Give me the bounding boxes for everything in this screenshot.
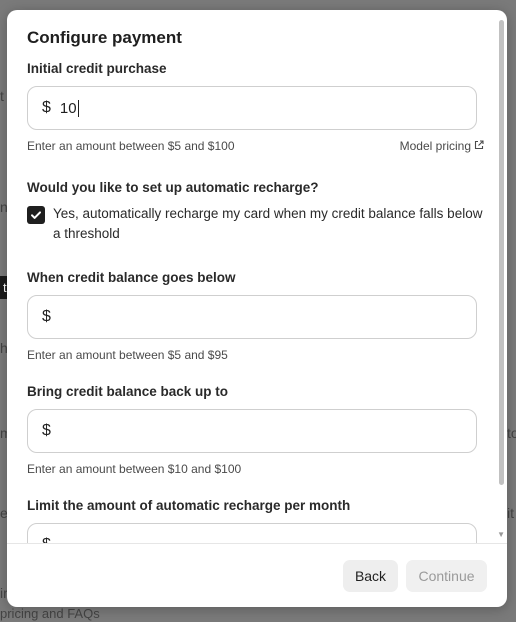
bg-text-fragment: pricing and FAQs xyxy=(0,606,100,621)
auto-recharge-checkbox-label: Yes, automatically recharge my card when… xyxy=(53,206,483,241)
back-up-label: Bring credit balance back up to xyxy=(27,384,229,399)
auto-recharge-option[interactable]: Yes, automatically recharge my card when… xyxy=(27,204,484,244)
back-up-section: Bring credit balance back up to $ Enter … xyxy=(27,384,484,476)
dialog-title: Configure payment xyxy=(27,28,182,47)
configure-payment-dialog: Configure payment Initial credit purchas… xyxy=(7,10,507,607)
below-threshold-section: When credit balance goes below $ Enter a… xyxy=(27,270,484,362)
model-pricing-link[interactable]: Model pricing xyxy=(400,139,484,153)
bg-text-fragment: t xyxy=(0,88,4,104)
model-pricing-label: Model pricing xyxy=(399,139,471,153)
auto-recharge-question: Would you like to set up automatic recha… xyxy=(27,180,319,195)
currency-symbol: $ xyxy=(42,308,51,325)
below-threshold-hint-row: Enter an amount between $5 and $95 xyxy=(27,348,484,362)
check-icon xyxy=(31,211,41,219)
below-threshold-label: When credit balance goes below xyxy=(27,270,236,285)
initial-credit-hint-row: Enter an amount between $5 and $100 Mode… xyxy=(27,139,484,153)
scroll-down-icon[interactable]: ▼ xyxy=(497,530,505,539)
currency-symbol: $ xyxy=(42,536,51,543)
back-up-hint: Enter an amount between $10 and $100 xyxy=(27,462,242,476)
external-link-icon xyxy=(474,139,484,153)
below-threshold-hint: Enter an amount between $5 and $95 xyxy=(27,348,228,362)
bg-text-fragment: to xyxy=(507,425,516,441)
initial-credit-section: Initial credit purchase $ 10 Enter an am… xyxy=(27,61,484,153)
initial-credit-hint: Enter an amount between $5 and $100 xyxy=(27,139,235,153)
dialog-footer: Back Continue xyxy=(7,543,507,607)
initial-credit-value: 10 xyxy=(59,99,77,117)
back-button[interactable]: Back xyxy=(343,559,398,592)
dialog-scrollbar[interactable] xyxy=(499,20,504,485)
monthly-limit-input[interactable]: $ xyxy=(27,523,477,543)
initial-credit-label: Initial credit purchase xyxy=(27,61,167,76)
below-threshold-input[interactable]: $ xyxy=(27,295,477,339)
currency-symbol: $ xyxy=(42,422,51,439)
monthly-limit-section: Limit the amount of automatic recharge p… xyxy=(27,498,484,543)
monthly-limit-label: Limit the amount of automatic recharge p… xyxy=(27,498,351,513)
back-up-hint-row: Enter an amount between $10 and $100 xyxy=(27,462,484,476)
auto-recharge-section: Would you like to set up automatic recha… xyxy=(27,180,484,244)
initial-credit-input[interactable]: $ 10 xyxy=(27,86,477,130)
back-up-input[interactable]: $ xyxy=(27,409,477,453)
auto-recharge-checkbox[interactable] xyxy=(27,206,45,224)
dialog-body: Configure payment Initial credit purchas… xyxy=(7,10,507,543)
continue-button[interactable]: Continue xyxy=(406,559,487,592)
bg-text-fragment: it xyxy=(507,505,514,521)
currency-symbol: $ xyxy=(42,99,51,116)
text-caret xyxy=(77,99,79,117)
